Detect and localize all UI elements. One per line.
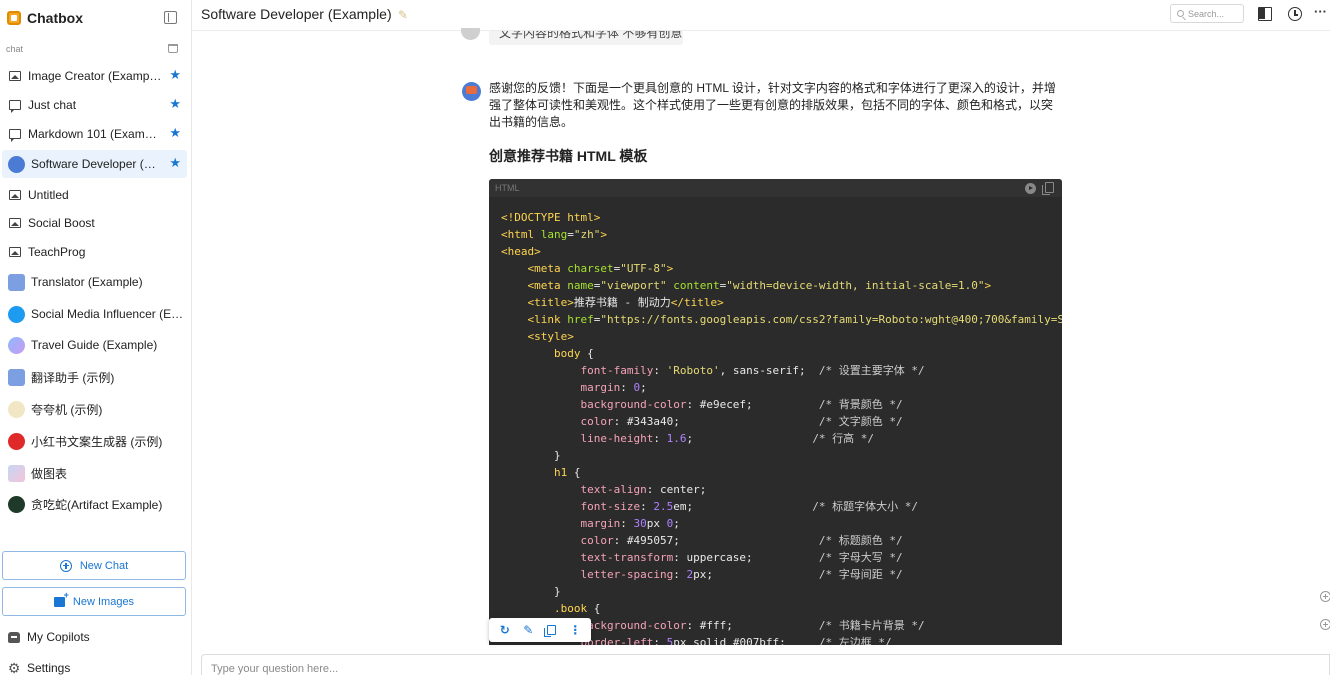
image-icon	[8, 188, 22, 202]
edit-title-icon[interactable]: ✎	[398, 8, 408, 22]
session-item[interactable]: TeachProg	[2, 238, 187, 266]
assistant-message-text: 感谢您的反馈！下面是一个更具创意的 HTML 设计，针对文字内容的格式和字体进行…	[489, 81, 1056, 129]
add-circle-icon	[59, 559, 72, 572]
chatbox-logo-icon	[7, 11, 21, 25]
section-label: chat	[6, 44, 24, 54]
copilots-label: My Copilots	[27, 630, 90, 644]
code-header: HTML	[489, 179, 1062, 197]
image-icon	[8, 245, 22, 259]
session-item[interactable]: 做图表	[2, 459, 187, 487]
session-label: 贪吃蛇(Artifact Example)	[31, 497, 163, 512]
session-item[interactable]: 夸夸机 (示例)	[2, 395, 187, 423]
add-circle-icon[interactable]	[1320, 591, 1330, 602]
session-item[interactable]: 翻译助手 (示例)	[2, 363, 187, 391]
session-item[interactable]: Markdown 101 (Example) ★	[2, 120, 187, 148]
session-label: Translator (Example)	[31, 275, 143, 289]
session-item[interactable]: Untitled	[2, 181, 187, 209]
new-chat-label: New Chat	[79, 559, 129, 572]
more-icon[interactable]: ···	[1314, 5, 1328, 21]
session-item[interactable]: Travel Guide (Example)	[2, 331, 187, 359]
search-icon	[1177, 10, 1184, 17]
settings-link[interactable]: ⚙ Settings	[7, 659, 71, 675]
star-icon[interactable]: ★	[169, 126, 181, 140]
copy-message-icon[interactable]	[544, 623, 559, 637]
add-circle-icon[interactable]	[1320, 619, 1330, 630]
code-block: HTML <!DOCTYPE html> <html lang="zh"> <h…	[489, 179, 1062, 645]
top-bar: Software Developer (Example) ✎ Search...…	[192, 0, 1330, 31]
avatar	[8, 400, 25, 418]
sidebar: Chatbox chat Image Creator (Example) ★ J…	[0, 0, 192, 675]
avatar	[8, 336, 25, 354]
user-message-text: 文字内容的格式和字体 不够有创意	[499, 31, 683, 40]
edit-icon[interactable]: ✎	[521, 623, 535, 637]
chat-icon	[8, 98, 22, 113]
message-input-bar	[201, 654, 1330, 675]
avatar	[8, 368, 25, 386]
session-label: Untitled	[28, 188, 69, 202]
session-label: Social Boost	[28, 216, 95, 230]
session-label: Travel Guide (Example)	[31, 338, 158, 352]
avatar	[8, 273, 25, 291]
page-title: Software Developer (Example)	[201, 6, 392, 22]
code-language: HTML	[495, 183, 520, 193]
search-box[interactable]: Search...	[1170, 4, 1244, 23]
session-label: Markdown 101 (Example)	[28, 127, 162, 141]
session-label: Image Creator (Example)	[28, 69, 162, 83]
session-item-active[interactable]: Software Developer (Example) ★	[2, 150, 187, 178]
new-chat-button[interactable]: New Chat	[2, 551, 186, 580]
session-label: 翻译助手 (示例)	[31, 370, 115, 385]
assistant-heading: 创意推荐书籍 HTML 模板	[489, 148, 648, 164]
clear-sessions-icon[interactable]	[168, 44, 178, 53]
session-item[interactable]: Just chat ★	[2, 91, 187, 119]
session-label: 夸夸机 (示例)	[31, 402, 103, 417]
session-item[interactable]: Social Media Influencer (Example)	[2, 300, 187, 328]
search-placeholder: Search...	[1188, 8, 1225, 19]
new-images-button[interactable]: New Images	[2, 587, 186, 616]
session-item[interactable]: Image Creator (Example) ★	[2, 62, 187, 90]
star-icon[interactable]: ★	[169, 97, 181, 111]
session-label: Just chat	[28, 98, 77, 112]
image-icon	[8, 69, 22, 83]
history-icon[interactable]	[1288, 7, 1302, 21]
session-label: Social Media Influencer (Example)	[31, 307, 185, 321]
session-label: Software Developer (Example)	[31, 157, 159, 171]
robot-icon	[8, 631, 20, 643]
session-item[interactable]: Social Boost	[2, 209, 187, 237]
session-label: 做图表	[31, 466, 68, 481]
image-icon	[8, 216, 22, 230]
run-icon[interactable]	[1025, 183, 1036, 194]
add-image-icon	[53, 590, 69, 607]
session-item[interactable]: Translator (Example)	[2, 268, 187, 296]
avatar	[8, 155, 25, 173]
user-message: 文字内容的格式和字体 不够有创意	[489, 31, 683, 45]
gear-icon: ⚙	[7, 660, 21, 675]
assistant-avatar	[462, 82, 481, 101]
app-name: Chatbox	[27, 10, 83, 26]
twitter-icon	[8, 305, 25, 323]
my-copilots-link[interactable]: My Copilots	[8, 628, 90, 646]
regenerate-icon[interactable]: ↻	[498, 623, 512, 637]
toggle-panel-icon[interactable]	[1258, 7, 1272, 21]
code-content: <!DOCTYPE html> <html lang="zh"> <head> …	[501, 211, 1062, 645]
settings-label: Settings	[27, 661, 71, 675]
message-actions: ↻ ✎ ⋮	[489, 618, 591, 642]
session-item[interactable]: 小红书文案生成器 (示例)	[2, 427, 187, 455]
chat-icon	[8, 127, 22, 142]
copy-icon[interactable]	[1042, 182, 1054, 195]
brand: Chatbox	[7, 9, 83, 27]
new-images-label: New Images	[72, 595, 135, 608]
message-input[interactable]	[211, 663, 811, 675]
more-vert-icon[interactable]: ⋮	[568, 623, 582, 637]
avatar	[8, 432, 25, 450]
user-avatar	[461, 28, 480, 40]
session-item[interactable]: 贪吃蛇(Artifact Example)	[2, 490, 187, 518]
avatar	[8, 495, 25, 513]
session-label: 小红书文案生成器 (示例)	[31, 434, 163, 449]
star-icon[interactable]: ★	[169, 156, 181, 170]
star-icon[interactable]: ★	[169, 68, 181, 82]
collapse-sidebar-icon[interactable]	[164, 11, 177, 24]
session-label: TeachProg	[28, 245, 86, 259]
avatar	[8, 464, 25, 482]
